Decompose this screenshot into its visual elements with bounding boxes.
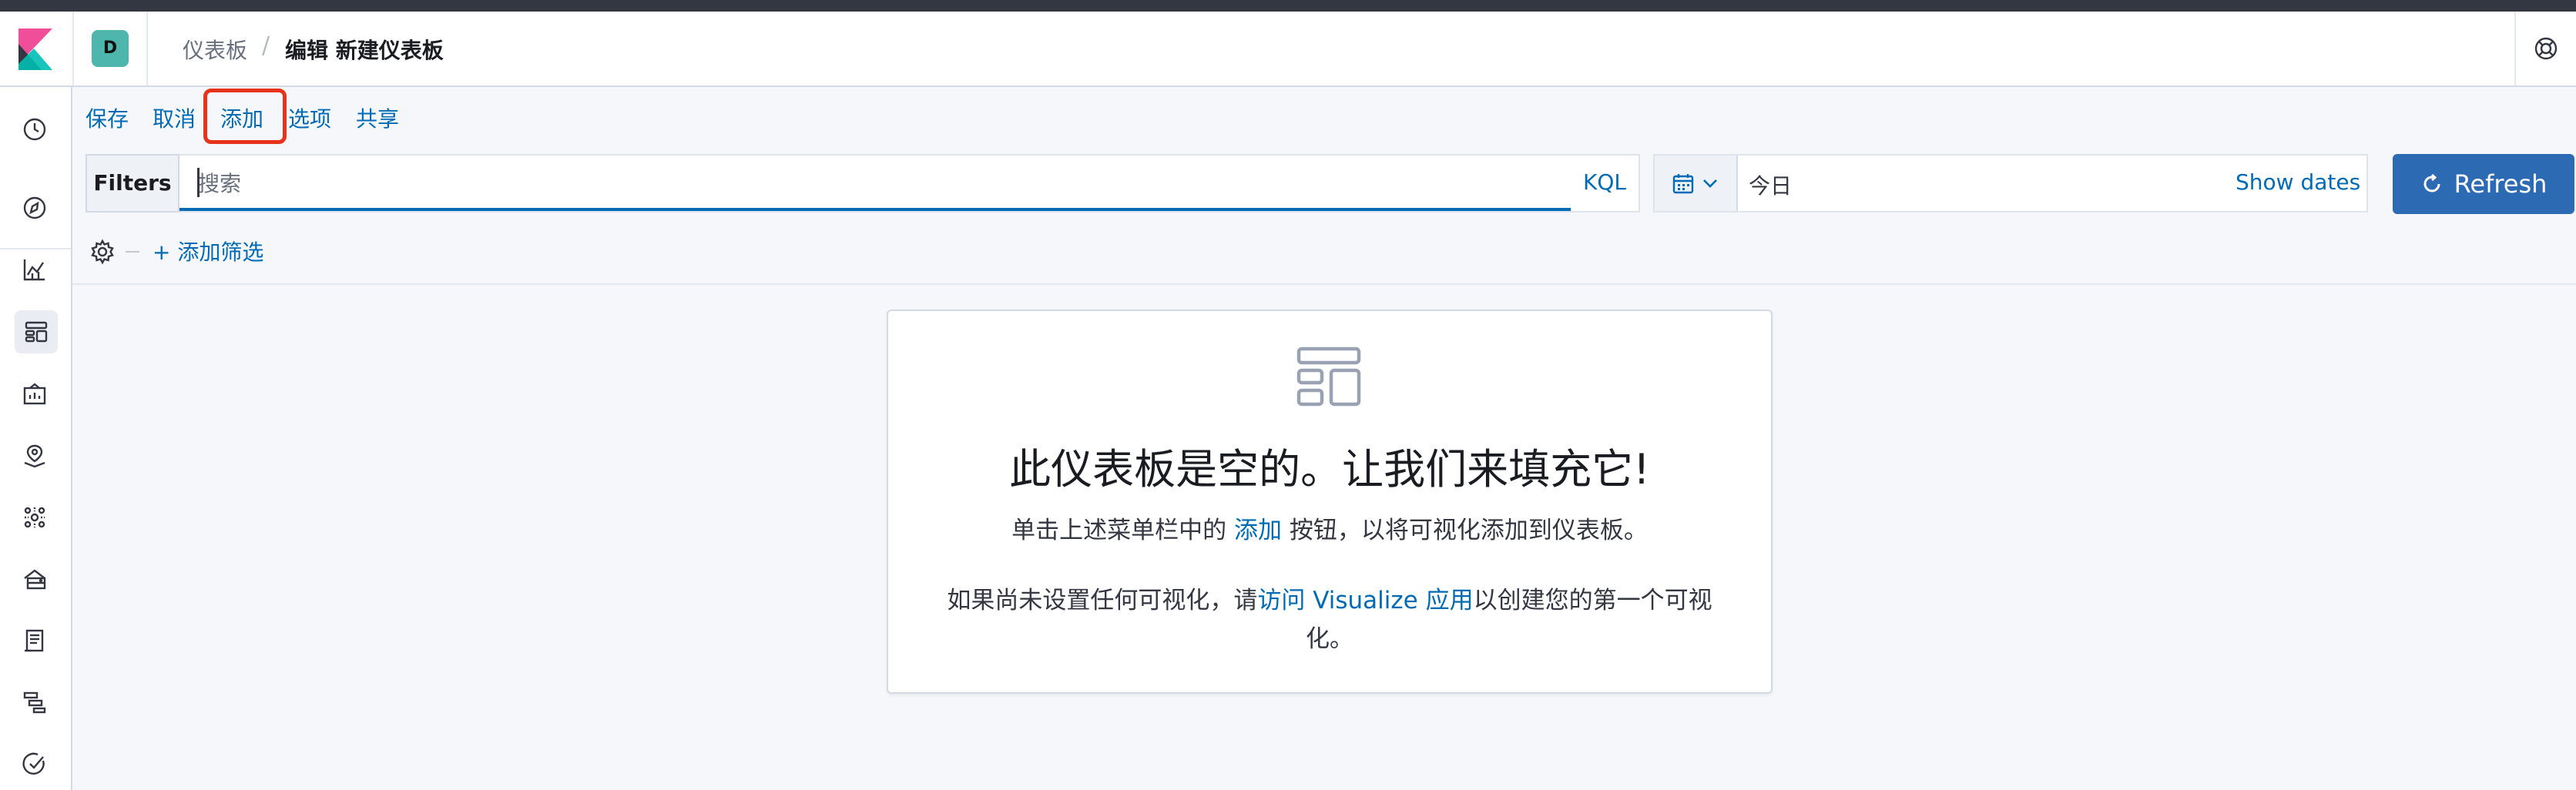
header-divider: [146, 12, 148, 85]
instruction-text: 按钮，以将可视化添加到仪表板。: [1282, 517, 1648, 544]
calendar-icon: [1672, 174, 1694, 194]
help-icon[interactable]: [2534, 36, 2558, 61]
kibana-logo[interactable]: [18, 28, 52, 70]
empty-dashboard-visualize-hint: 如果尚未设置任何可视化，请访问 Visualize 应用以创建您的第一个可视化。: [933, 581, 1726, 658]
add-filter-button[interactable]: + 添加筛选: [153, 236, 263, 266]
empty-dashboard-title: 此仪表板是空的。让我们来填充它!: [1009, 445, 1650, 494]
gear-icon[interactable]: [89, 239, 116, 265]
cancel-button[interactable]: 取消: [153, 102, 196, 133]
refresh-button[interactable]: Refresh: [2393, 154, 2574, 214]
filter-bar-divider: [72, 283, 2576, 285]
breadcrumb-current: 编辑 新建仪表板: [285, 38, 444, 63]
side-nav: [0, 87, 72, 790]
header-divider: [2514, 12, 2516, 85]
dashboard-icon: [1296, 346, 1361, 407]
filters-button[interactable]: Filters: [86, 154, 179, 213]
refresh-label: Refresh: [2454, 169, 2547, 199]
instruction-text: 单击上述菜单栏中的: [1011, 517, 1234, 544]
empty-dashboard-instructions: 单击上述菜单栏中的 添加 按钮，以将可视化添加到仪表板。: [887, 510, 1773, 545]
share-button[interactable]: 共享: [356, 102, 399, 133]
apm-icon[interactable]: [17, 685, 52, 720]
quick-date-menu-button[interactable]: [1655, 156, 1738, 211]
canvas-icon[interactable]: [17, 377, 52, 412]
visualize-chart-icon[interactable]: [17, 252, 52, 287]
dashboard-icon[interactable]: [15, 310, 58, 353]
infrastructure-icon[interactable]: [17, 561, 52, 597]
hint-text: 如果尚未设置任何可视化，请: [947, 587, 1258, 614]
header-divider: [72, 12, 74, 85]
search-focus-underline: [179, 208, 1571, 211]
add-button-highlight: [203, 89, 287, 144]
options-button[interactable]: 选项: [288, 102, 331, 133]
kql-toggle-button[interactable]: KQL: [1583, 169, 1626, 195]
app-header: D 仪表板 / 编辑 新建仪表板: [0, 12, 2576, 87]
show-dates-button[interactable]: Show dates: [2236, 169, 2360, 195]
chevron-down-icon: [1703, 179, 1717, 188]
text-cursor: [197, 168, 200, 197]
date-range-value[interactable]: 今日: [1749, 169, 1792, 200]
discover-compass-icon[interactable]: [17, 190, 52, 226]
logs-icon[interactable]: [17, 623, 52, 658]
recently-viewed-clock-icon[interactable]: [17, 112, 52, 147]
breadcrumb-dashboards[interactable]: 仪表板: [183, 34, 247, 65]
search-input[interactable]: [181, 156, 1569, 211]
refresh-icon: [2423, 173, 2440, 192]
maps-icon[interactable]: [17, 438, 52, 474]
breadcrumb-separator: /: [262, 32, 270, 59]
save-button[interactable]: 保存: [86, 102, 129, 133]
space-avatar[interactable]: D: [92, 30, 129, 67]
uptime-icon[interactable]: [17, 746, 52, 782]
add-link[interactable]: 添加: [1234, 517, 1282, 544]
filter-row-dash: [126, 251, 139, 253]
visit-visualize-link[interactable]: 访问 Visualize 应用: [1257, 587, 1473, 614]
side-nav-divider: [0, 248, 71, 249]
ml-icon[interactable]: [17, 500, 52, 535]
browser-top-strip: [0, 0, 2576, 12]
